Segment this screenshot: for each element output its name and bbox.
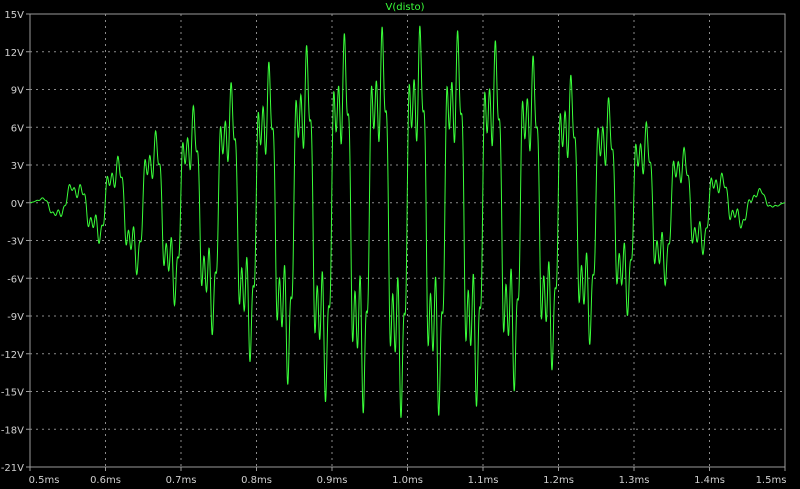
- x-tick-label: 0.5ms: [29, 475, 60, 486]
- y-tick-label: -18V: [1, 425, 24, 436]
- x-tick-label: 1.1ms: [468, 475, 499, 486]
- x-tick-label: 0.9ms: [317, 475, 348, 486]
- x-tick-label: 0.8ms: [241, 475, 272, 486]
- x-tick-label: 1.4ms: [694, 475, 725, 486]
- y-tick-label: -15V: [1, 388, 24, 399]
- x-tick-label: 0.7ms: [166, 475, 197, 486]
- y-tick-label: 15V: [4, 10, 24, 21]
- y-tick-label: -21V: [1, 463, 24, 474]
- y-tick-label: -9V: [7, 312, 24, 323]
- y-tick-label: 0V: [11, 199, 24, 210]
- waveform-plot: V(disto) 0.5ms 0.6ms 0.7ms 0.8ms 0.9ms 1.0ms 1…: [0, 0, 800, 489]
- x-tick-label: 1.0ms: [392, 475, 423, 486]
- y-tick-label: -3V: [7, 237, 24, 248]
- x-tick-label: 0.6ms: [90, 475, 121, 486]
- x-tick-label: 1.2ms: [543, 475, 574, 486]
- x-tick-label: 1.3ms: [619, 475, 650, 486]
- y-tick-label: 3V: [11, 161, 24, 172]
- plot-background: [0, 0, 800, 489]
- y-tick-label: -6V: [7, 274, 24, 285]
- y-tick-label: 9V: [11, 86, 24, 97]
- chart-title: V(disto): [385, 2, 424, 13]
- y-tick-label: -12V: [1, 350, 24, 361]
- x-tick-label: 1.5ms: [756, 475, 787, 486]
- y-tick-label: 12V: [4, 48, 24, 59]
- y-tick-label: 6V: [11, 123, 24, 134]
